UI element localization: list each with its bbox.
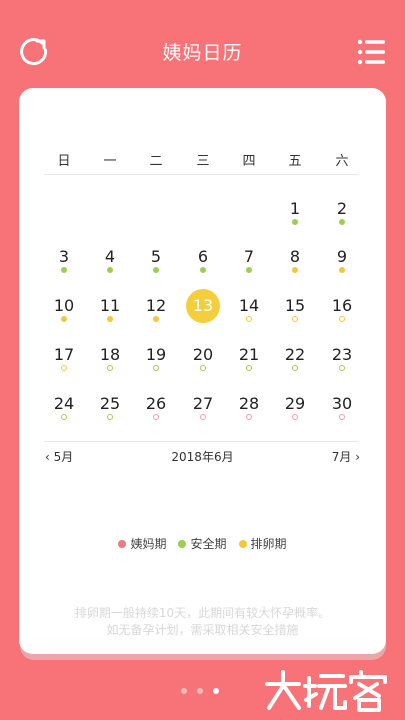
day-cell[interactable]: 23 bbox=[322, 345, 362, 364]
day-cell[interactable]: 6 bbox=[183, 247, 223, 266]
period-ring bbox=[292, 414, 298, 420]
safe-period-ring bbox=[339, 365, 345, 371]
next-month-button[interactable]: 7月 › bbox=[332, 448, 360, 465]
ovulation-ring bbox=[292, 316, 298, 322]
weekday-tue: 二 bbox=[149, 154, 163, 169]
weekday-fri: 五 bbox=[288, 154, 302, 169]
day-cell[interactable]: 26 bbox=[136, 394, 176, 413]
safe-period-ring bbox=[200, 365, 206, 371]
day-cell[interactable]: 4 bbox=[90, 247, 130, 266]
weekday-sun: 日 bbox=[57, 154, 71, 169]
watermark-logo-icon bbox=[265, 670, 387, 712]
day-cell[interactable]: 24 bbox=[44, 394, 84, 413]
calendar-card: 日 一 二 三 四 五 六 1 2 3 4 5 6 7 8 9 10 11 12… bbox=[19, 88, 386, 654]
day-cell[interactable]: 11 bbox=[90, 296, 130, 315]
divider bbox=[44, 174, 359, 175]
tip-line-1: 排卵期一般持续10天，此期间有较大怀孕概率。 bbox=[74, 606, 331, 620]
period-ring bbox=[339, 414, 345, 420]
chevron-right-icon: › bbox=[351, 450, 360, 464]
day-cell[interactable]: 15 bbox=[275, 296, 315, 315]
day-cell[interactable]: 10 bbox=[44, 296, 84, 315]
period-ring bbox=[246, 414, 252, 420]
day-cell[interactable]: 28 bbox=[229, 394, 269, 413]
safe-period-dot bbox=[153, 267, 159, 273]
day-cell[interactable]: 18 bbox=[90, 345, 130, 364]
period-ring bbox=[200, 414, 206, 420]
legend-label: 安全期 bbox=[190, 537, 227, 551]
safe-period-dot bbox=[107, 267, 113, 273]
ovulation-tip: 排卵期一般持续10天，此期间有较大怀孕概率。 如无备孕计划，需采取相关安全措施 bbox=[19, 605, 386, 639]
ovulation-ring bbox=[61, 365, 67, 371]
legend-item-ovulation: 排卵期 bbox=[238, 535, 287, 552]
weekday-sat: 六 bbox=[335, 154, 349, 169]
safe-dot-icon bbox=[178, 539, 187, 548]
ovulation-dot bbox=[339, 267, 345, 273]
tip-line-2: 如无备孕计划，需采取相关安全措施 bbox=[106, 623, 299, 637]
divider bbox=[44, 441, 359, 442]
ovulation-ring bbox=[339, 316, 345, 322]
day-cell[interactable]: 20 bbox=[183, 345, 223, 364]
period-dot-icon bbox=[118, 539, 127, 548]
ovulation-dot bbox=[292, 267, 298, 273]
day-cell[interactable]: 21 bbox=[229, 345, 269, 364]
day-cell[interactable]: 3 bbox=[44, 247, 84, 266]
weekday-mon: 一 bbox=[103, 154, 117, 169]
safe-period-dot bbox=[246, 267, 252, 273]
day-cell[interactable]: 14 bbox=[229, 296, 269, 315]
menu-button[interactable] bbox=[357, 38, 387, 66]
day-cell[interactable]: 5 bbox=[136, 247, 176, 266]
day-cell[interactable]: 27 bbox=[183, 394, 223, 413]
period-ring bbox=[153, 414, 159, 420]
safe-period-dot bbox=[339, 219, 345, 225]
safe-period-dot bbox=[61, 267, 67, 273]
ovulation-dot bbox=[153, 316, 159, 322]
page-title: 姨妈日历 bbox=[162, 42, 243, 64]
safe-period-ring bbox=[107, 365, 113, 371]
weekday-wed: 三 bbox=[196, 154, 210, 169]
ovulation-dot-icon bbox=[238, 539, 247, 548]
weekday-thu: 四 bbox=[242, 154, 256, 169]
legend: 姨妈期 安全期 排卵期 bbox=[19, 535, 386, 552]
list-menu-icon bbox=[357, 39, 385, 65]
page-dot bbox=[197, 688, 203, 694]
safe-period-dot bbox=[200, 267, 206, 273]
day-cell[interactable]: 17 bbox=[44, 345, 84, 364]
page-dot-active bbox=[213, 688, 219, 694]
page-dot bbox=[181, 688, 187, 694]
legend-label: 姨妈期 bbox=[130, 537, 167, 551]
day-cell[interactable]: 16 bbox=[322, 296, 362, 315]
day-cell[interactable]: 22 bbox=[275, 345, 315, 364]
day-cell[interactable]: 7 bbox=[229, 247, 269, 266]
legend-item-period: 姨妈期 bbox=[118, 535, 166, 552]
day-cell[interactable]: 2 bbox=[322, 199, 362, 218]
day-cell[interactable]: 30 bbox=[322, 394, 362, 413]
day-cell[interactable]: 19 bbox=[136, 345, 176, 364]
safe-period-ring bbox=[61, 414, 67, 420]
day-cell[interactable]: 1 bbox=[275, 199, 315, 218]
day-cell[interactable]: 9 bbox=[322, 247, 362, 266]
day-cell[interactable]: 29 bbox=[275, 394, 315, 413]
safe-period-ring bbox=[246, 365, 252, 371]
next-month-label: 7月 bbox=[331, 450, 352, 464]
ovulation-dot bbox=[107, 316, 113, 322]
legend-label: 排卵期 bbox=[250, 537, 287, 551]
legend-item-safe: 安全期 bbox=[178, 535, 227, 552]
safe-period-ring bbox=[292, 365, 298, 371]
weekday-header: 日 一 二 三 四 五 六 bbox=[44, 150, 359, 174]
safe-period-ring bbox=[107, 414, 113, 420]
day-cell[interactable]: 12 bbox=[136, 296, 176, 315]
safe-period-dot bbox=[292, 219, 298, 225]
day-cell[interactable]: 25 bbox=[90, 394, 130, 413]
ovulation-ring bbox=[246, 316, 252, 322]
day-cell[interactable]: 8 bbox=[275, 247, 315, 266]
page-indicator bbox=[181, 688, 229, 694]
ovulation-dot bbox=[61, 316, 67, 322]
safe-period-ring bbox=[153, 365, 159, 371]
today-cell[interactable]: 13 bbox=[183, 296, 223, 315]
